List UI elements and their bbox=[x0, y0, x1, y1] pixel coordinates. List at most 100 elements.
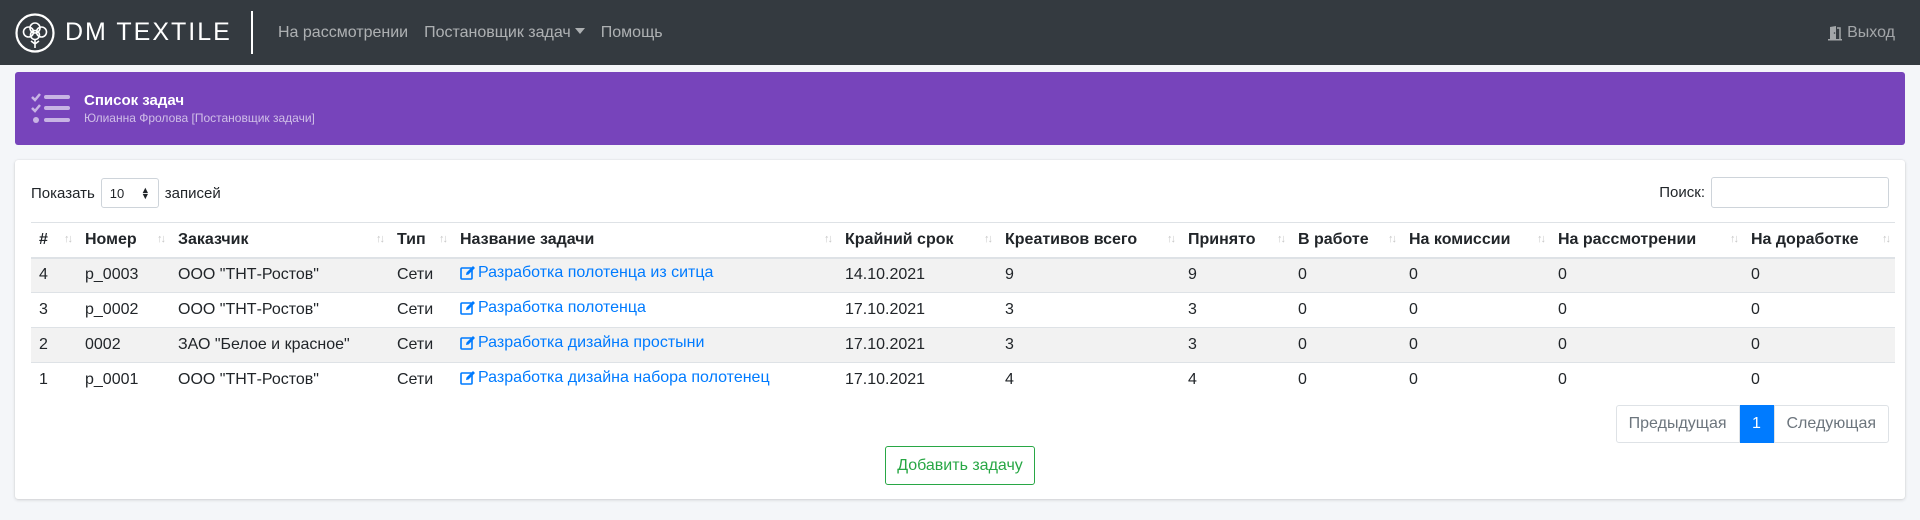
table-cell: 0 bbox=[1290, 362, 1401, 398]
tasks-table: # ↑↓ Номер ↑↓ Заказчик ↑↓ Тип ↑↓ Название за… bbox=[31, 222, 1895, 398]
nav-item-task-setter-label: Постановщик задач bbox=[424, 23, 571, 41]
task-link[interactable]: Разработка полотенца bbox=[460, 299, 646, 317]
table-cell: 4 bbox=[997, 362, 1180, 398]
sort-icon: ↑↓ bbox=[984, 233, 993, 245]
task-link[interactable]: Разработка полотенца из ситца bbox=[460, 264, 713, 282]
table-cell: 0 bbox=[1290, 257, 1401, 293]
table-cell: ЗАО "Белое и красное" bbox=[170, 327, 389, 363]
column-header[interactable]: На комиссии ↑↓ bbox=[1401, 222, 1550, 259]
column-header[interactable]: # ↑↓ bbox=[31, 222, 77, 259]
door-exit-icon bbox=[1828, 25, 1843, 40]
edit-icon bbox=[460, 301, 475, 315]
task-link[interactable]: Разработка дизайна простыни bbox=[460, 334, 704, 352]
sort-icon: ↑↓ bbox=[824, 233, 833, 245]
sort-icon: ↑↓ bbox=[1167, 233, 1176, 245]
sort-icon: ↑↓ bbox=[376, 233, 385, 245]
tasks-list-icon bbox=[31, 92, 70, 123]
table-cell: p_0003 bbox=[77, 257, 170, 293]
edit-icon bbox=[460, 336, 475, 350]
table-cell: 0002 bbox=[77, 327, 170, 363]
table-cell: 9 bbox=[1180, 257, 1290, 293]
table-cell: 0 bbox=[1401, 327, 1550, 363]
nav-links: На рассмотрении Постановщик задач Помощь bbox=[278, 0, 679, 65]
brand-divider bbox=[251, 11, 253, 54]
tasks-card: Показать 10 ▲ ▼ записей Поиск: # ↑↓ Номер ↑… bbox=[15, 160, 1905, 499]
column-header[interactable]: Тип ↑↓ bbox=[389, 222, 452, 259]
pagination-next[interactable]: Следующая bbox=[1773, 405, 1889, 443]
task-link[interactable]: Разработка дизайна набора полотенец bbox=[460, 369, 770, 387]
table-row: 2 0002 ЗАО "Белое и красное" Сети Разраб… bbox=[31, 327, 1895, 363]
table-cell: 0 bbox=[1550, 327, 1743, 363]
table-cell: 0 bbox=[1550, 362, 1743, 398]
table-cell: 0 bbox=[1550, 257, 1743, 293]
table-cell: Сети bbox=[389, 257, 452, 293]
brand[interactable]: DM TEXTILE bbox=[15, 0, 232, 65]
table-cell: 4 bbox=[31, 257, 77, 293]
column-header[interactable]: Крайний срок ↑↓ bbox=[837, 222, 997, 259]
logout-link[interactable]: Выход bbox=[1827, 0, 1895, 65]
pagination: Предыдущая 1 Следующая bbox=[1615, 405, 1889, 443]
nav-item-review[interactable]: На рассмотрении bbox=[278, 24, 408, 42]
edit-icon bbox=[460, 266, 475, 281]
table-header-row: # ↑↓ Номер ↑↓ Заказчик ↑↓ Тип ↑↓ Название за… bbox=[31, 222, 1895, 259]
table-cell: 0 bbox=[1743, 257, 1895, 293]
entries-label: записей bbox=[164, 184, 221, 202]
column-header[interactable]: На доработке ↑↓ bbox=[1743, 222, 1895, 259]
nav-item-task-setter-dropdown[interactable]: Постановщик задач bbox=[424, 24, 585, 42]
table-cell: 2 bbox=[31, 327, 77, 363]
table-cell: 3 bbox=[31, 292, 77, 328]
table-cell: Разработка дизайна простыни bbox=[452, 327, 837, 363]
table-cell: 3 bbox=[997, 292, 1180, 328]
top-navbar: DM TEXTILE На рассмотрении Постановщик з… bbox=[0, 0, 1920, 65]
table-cell: 0 bbox=[1743, 327, 1895, 363]
header-text: Список задач Юлианна Фролова [Постановщи… bbox=[84, 92, 315, 125]
table-cell: 17.10.2021 bbox=[837, 292, 997, 328]
column-header[interactable]: На рассмотрении ↑↓ bbox=[1550, 222, 1743, 259]
table-cell: 3 bbox=[997, 327, 1180, 363]
sort-icon: ↑↓ bbox=[64, 233, 73, 245]
column-header[interactable]: Название задачи ↑↓ bbox=[452, 222, 837, 259]
edit-icon bbox=[460, 371, 475, 386]
search-control: Поиск: bbox=[1659, 177, 1889, 208]
table-cell: 17.10.2021 bbox=[837, 362, 997, 398]
nav-item-help[interactable]: Помощь bbox=[601, 24, 663, 42]
column-header[interactable]: Заказчик ↑↓ bbox=[170, 222, 389, 259]
caret-down-icon bbox=[574, 27, 585, 34]
table-cell: 4 bbox=[1180, 362, 1290, 398]
table-cell: Разработка полотенца из ситца bbox=[452, 257, 837, 293]
pagination-page-current[interactable]: 1 bbox=[1739, 405, 1774, 443]
table-cell: 14.10.2021 bbox=[837, 257, 997, 293]
table-cell: 0 bbox=[1401, 257, 1550, 293]
table-cell: ООО "ТНТ-Ростов" bbox=[170, 292, 389, 328]
search-input[interactable] bbox=[1711, 177, 1889, 208]
cotton-flower-logo-icon bbox=[15, 12, 55, 53]
table-cell: 0 bbox=[1401, 292, 1550, 328]
brand-name: DM TEXTILE bbox=[65, 18, 232, 46]
add-task-button[interactable]: Добавить задачу bbox=[885, 446, 1035, 485]
table-cell: 0 bbox=[1743, 292, 1895, 328]
column-header[interactable]: Номер ↑↓ bbox=[77, 222, 170, 259]
table-cell: ООО "ТНТ-Ростов" bbox=[170, 362, 389, 398]
page-title: Список задач bbox=[84, 92, 185, 109]
table-cell: Разработка дизайна набора полотенец bbox=[452, 362, 837, 398]
column-header[interactable]: Креативов всего ↑↓ bbox=[997, 222, 1180, 259]
page-size-select[interactable]: 10 ▲ ▼ bbox=[100, 178, 159, 208]
pagination-previous[interactable]: Предыдущая bbox=[1615, 405, 1740, 443]
select-arrows-icon: ▲ ▼ bbox=[140, 185, 150, 201]
table-cell: Сети bbox=[389, 327, 452, 363]
page-size-value: 10 bbox=[109, 185, 125, 201]
column-header[interactable]: В работе ↑↓ bbox=[1290, 222, 1401, 259]
logout-label: Выход bbox=[1847, 23, 1895, 41]
table-cell: p_0001 bbox=[77, 362, 170, 398]
table-cell: 1 bbox=[31, 362, 77, 398]
table-cell: 0 bbox=[1401, 362, 1550, 398]
sort-icon: ↑↓ bbox=[1882, 233, 1891, 245]
table-cell: 0 bbox=[1290, 327, 1401, 363]
sort-icon: ↑↓ bbox=[1388, 233, 1397, 245]
sort-icon: ↑↓ bbox=[1277, 233, 1286, 245]
column-header[interactable]: Принято ↑↓ bbox=[1180, 222, 1290, 259]
table-cell: Разработка полотенца bbox=[452, 292, 837, 328]
sort-icon: ↑↓ bbox=[157, 233, 166, 245]
sort-icon: ↑↓ bbox=[1730, 233, 1739, 245]
table-cell: 3 bbox=[1180, 292, 1290, 328]
